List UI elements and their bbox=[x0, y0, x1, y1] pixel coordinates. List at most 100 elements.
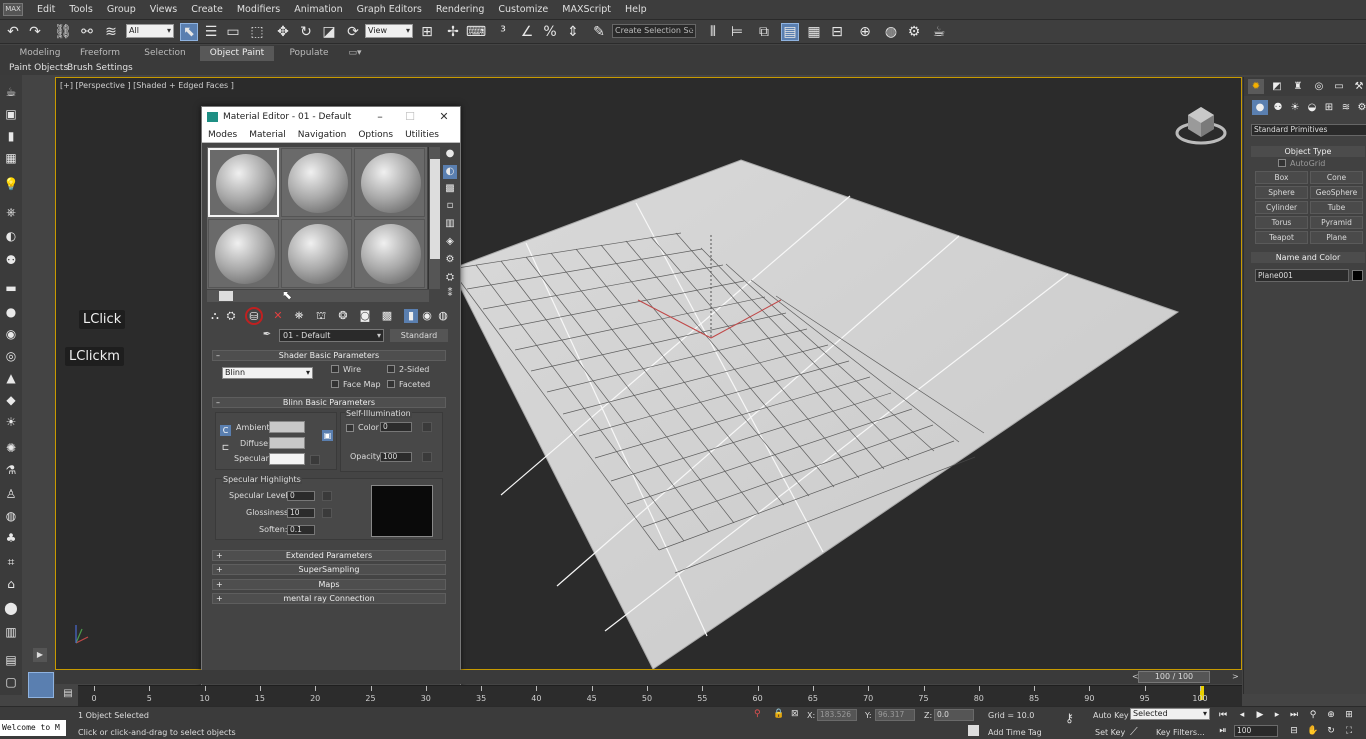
brush-settings-button[interactable]: Brush Settings bbox=[67, 61, 133, 75]
percent-snap-icon[interactable]: % bbox=[541, 23, 559, 41]
show-shaded-map-icon[interactable]: ◙ bbox=[358, 309, 372, 323]
torus-button[interactable]: Torus bbox=[1255, 216, 1308, 229]
sample-slot[interactable] bbox=[281, 219, 352, 288]
blinn-rollout-header[interactable]: – Blinn Basic Parameters bbox=[212, 397, 446, 408]
tab-modeling[interactable]: Modeling bbox=[10, 46, 70, 61]
specular-level-map-button[interactable] bbox=[322, 491, 332, 501]
menu-material[interactable]: Material bbox=[246, 127, 289, 142]
spacewarps-icon[interactable]: ≋ bbox=[1338, 100, 1354, 115]
extended-parameters-rollout[interactable]: + Extended Parameters bbox=[212, 550, 446, 561]
render-icon[interactable]: ☕ bbox=[930, 23, 948, 41]
select-by-material-icon[interactable]: ⛭ bbox=[443, 271, 457, 285]
sphere-icon[interactable]: ● bbox=[2, 303, 20, 321]
slots-horizontal-scrollbar[interactable] bbox=[207, 290, 429, 302]
stairs-icon[interactable]: ⌗ bbox=[2, 553, 20, 571]
track-bar[interactable]: 0 5 10 15 20 25 30 35 40 45 50 55 60 65 70 75 80 85 90 95 10… bbox=[78, 685, 1242, 706]
sample-slot[interactable] bbox=[208, 219, 279, 288]
door-icon[interactable]: ⌂ bbox=[2, 575, 20, 593]
tube-icon[interactable]: ◎ bbox=[2, 347, 20, 365]
foliage-icon[interactable]: ♣ bbox=[2, 529, 20, 547]
ambient-color-swatch[interactable] bbox=[269, 421, 305, 433]
orbit-icon[interactable]: ↻ bbox=[1325, 725, 1337, 737]
close-icon[interactable]: ✕ bbox=[434, 107, 454, 127]
make-unique-icon[interactable]: ⛯ bbox=[292, 309, 306, 323]
sample-slot[interactable] bbox=[354, 219, 425, 288]
self-illum-spinner[interactable]: 0 bbox=[380, 422, 412, 432]
self-illum-map-button[interactable] bbox=[422, 422, 432, 432]
shapes-icon[interactable]: ⚉ bbox=[1270, 100, 1286, 115]
hierarchy-tab-icon[interactable]: ♜ bbox=[1290, 79, 1306, 94]
tab-freeform[interactable]: Freeform bbox=[72, 46, 128, 61]
put-to-library-icon[interactable]: ⛫ bbox=[314, 309, 328, 323]
material-type-button[interactable]: Standard bbox=[390, 329, 448, 342]
time-next-icon[interactable]: > bbox=[1232, 672, 1239, 681]
show-end-result-icon[interactable]: ▩ bbox=[380, 309, 394, 323]
render-setup-icon[interactable]: ⚙ bbox=[905, 23, 923, 41]
menu-group[interactable]: Group bbox=[100, 0, 143, 20]
lights-icon[interactable]: ☀ bbox=[1287, 100, 1303, 115]
viewport-layout-icon[interactable] bbox=[28, 672, 54, 698]
sample-slot[interactable] bbox=[281, 148, 352, 217]
selection-filter-dropdown[interactable]: All bbox=[126, 24, 174, 38]
menu-modifiers[interactable]: Modifiers bbox=[230, 0, 287, 20]
hedra-icon[interactable]: ◆ bbox=[2, 391, 20, 409]
maps-rollout[interactable]: + Maps bbox=[212, 579, 446, 590]
backlight-icon[interactable]: ◐ bbox=[443, 165, 457, 179]
building-icon[interactable]: ▥ bbox=[2, 623, 20, 641]
sphere-gizmo-icon[interactable]: ⬤ bbox=[2, 599, 20, 617]
mental-ray-rollout[interactable]: + mental ray Connection bbox=[212, 593, 446, 604]
put-to-scene-icon[interactable]: ⛭ bbox=[224, 309, 238, 323]
utilities-tab-icon[interactable]: ⚒ bbox=[1351, 79, 1366, 94]
material-editor-icon[interactable]: ◍ bbox=[882, 23, 900, 41]
cameras-icon[interactable]: ◒ bbox=[1304, 100, 1320, 115]
minimize-icon[interactable]: – bbox=[370, 107, 390, 127]
plane-button[interactable]: Plane bbox=[1310, 231, 1363, 244]
light-icon[interactable]: 💡 bbox=[2, 175, 20, 193]
spinner-snap-icon[interactable]: ⇕ bbox=[564, 23, 582, 41]
rotate-icon[interactable]: ↻ bbox=[297, 23, 315, 41]
manipulate-icon[interactable]: ✢ bbox=[444, 23, 462, 41]
cone-button[interactable]: Cone bbox=[1310, 171, 1363, 184]
absolute-mode-icon[interactable]: ⊠ bbox=[791, 709, 799, 719]
specular-color-swatch[interactable] bbox=[269, 453, 305, 465]
pick-material-icon[interactable]: ◍ bbox=[436, 309, 450, 323]
keyboard-shortcut-icon[interactable]: ⌨ bbox=[466, 23, 486, 41]
box-icon[interactable]: ▣ bbox=[2, 105, 20, 123]
snaps-toggle-icon[interactable]: ³ bbox=[494, 23, 512, 41]
layer-explorer-icon[interactable]: ▤ bbox=[781, 23, 799, 41]
object-color-swatch[interactable] bbox=[1352, 270, 1363, 281]
eyedropper-icon[interactable]: ✒ bbox=[260, 329, 274, 342]
go-to-end-icon[interactable]: ⏭ bbox=[1288, 709, 1300, 721]
slots-vertical-scrollbar[interactable] bbox=[428, 147, 440, 289]
supersampling-rollout[interactable]: + SuperSampling bbox=[212, 564, 446, 575]
tab-selection[interactable]: Selection bbox=[135, 46, 195, 61]
name-and-color-header[interactable]: Name and Color bbox=[1251, 252, 1365, 263]
menu-graph-editors[interactable]: Graph Editors bbox=[350, 0, 429, 20]
autogrid-checkbox[interactable] bbox=[1278, 159, 1286, 167]
undo-icon[interactable]: ↶ bbox=[4, 23, 22, 41]
plane-icon[interactable]: ▬ bbox=[2, 279, 20, 297]
time-prev-icon[interactable]: < bbox=[1132, 672, 1139, 681]
tab-object-paint[interactable]: Object Paint bbox=[200, 46, 274, 61]
menu-help[interactable]: Help bbox=[618, 0, 654, 20]
cylinder-icon[interactable]: ▮ bbox=[2, 127, 20, 145]
sun-icon[interactable]: ☀ bbox=[2, 413, 20, 431]
get-material-icon[interactable]: ⛬ bbox=[208, 309, 222, 323]
curve-editor-icon[interactable]: ⊟ bbox=[828, 23, 846, 41]
glossiness-spinner[interactable]: 10 bbox=[287, 508, 315, 518]
display-tab-icon[interactable]: ▭ bbox=[1331, 79, 1347, 94]
select-by-name-icon[interactable]: ☰ bbox=[202, 23, 220, 41]
self-illum-color-checkbox[interactable] bbox=[346, 424, 354, 432]
select-object-icon[interactable]: ⬉ bbox=[180, 23, 198, 41]
set-key-button[interactable]: Set Key bbox=[1095, 728, 1125, 737]
specular-level-spinner[interactable]: 0 bbox=[287, 491, 315, 501]
rect-region-icon[interactable]: ▭ bbox=[224, 23, 242, 41]
ribbon-options-icon[interactable]: ▭▾ bbox=[344, 46, 366, 61]
teapot-button[interactable]: Teapot bbox=[1255, 231, 1308, 244]
z-coordinate-field[interactable]: 0.0 bbox=[934, 709, 974, 721]
scroll-thumb[interactable] bbox=[219, 291, 233, 301]
cone-icon[interactable]: ▲ bbox=[2, 369, 20, 387]
diffuse-color-swatch[interactable] bbox=[269, 437, 305, 449]
reference-coord-dropdown[interactable]: View bbox=[365, 24, 413, 38]
two-sided-checkbox[interactable] bbox=[387, 365, 395, 373]
